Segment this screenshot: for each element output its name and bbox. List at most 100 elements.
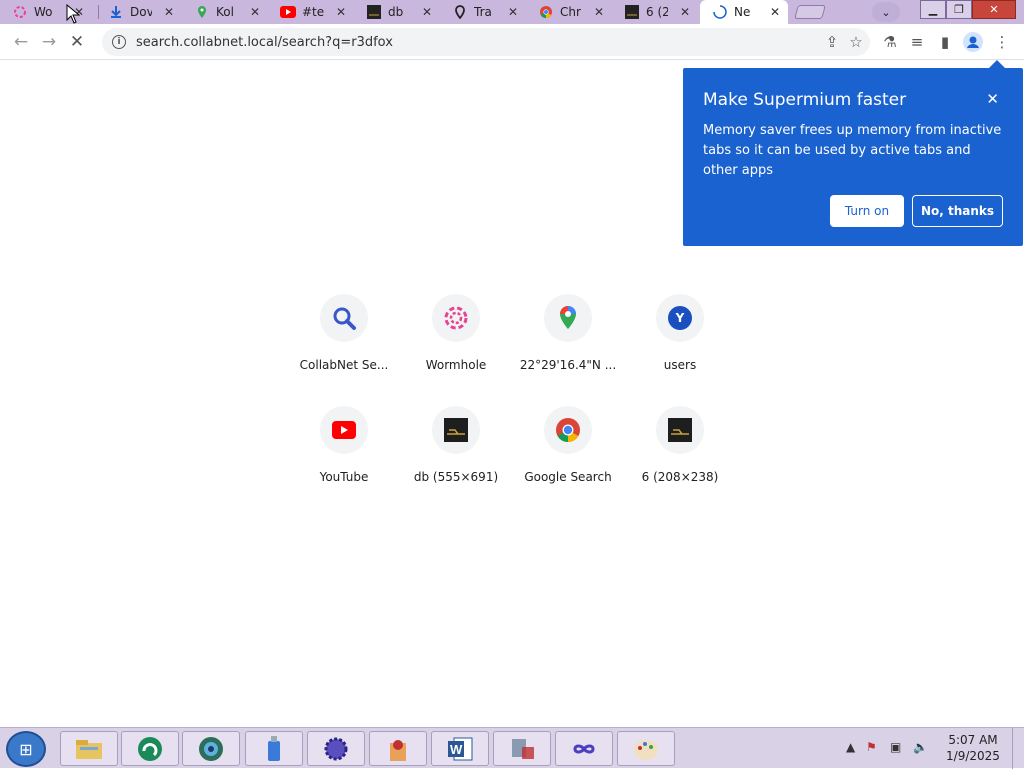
app-spider-icon[interactable] bbox=[369, 731, 427, 766]
tab-title: Wo bbox=[34, 5, 53, 19]
tab-title: Kol bbox=[216, 5, 234, 19]
usb-drive-icon[interactable] bbox=[245, 731, 303, 766]
location-pin-icon bbox=[452, 4, 468, 20]
tab-title: Ne bbox=[734, 5, 751, 19]
tray-expand-icon[interactable]: ▲ bbox=[846, 740, 855, 754]
shortcut-tile[interactable]: CollabNet Se... bbox=[288, 294, 400, 394]
tab-9-active[interactable]: Ne ✕ bbox=[700, 0, 788, 24]
tab-close-icon[interactable]: ✕ bbox=[164, 5, 174, 19]
shortcut-tile[interactable]: Wormhole bbox=[400, 294, 512, 394]
window-controls: ▁ ❐ ✕ bbox=[920, 0, 1016, 19]
memory-saver-popup: Make Supermium faster ✕ Memory saver fre… bbox=[683, 60, 1023, 246]
show-desktop-button[interactable] bbox=[1012, 728, 1024, 769]
tab-title: Chr bbox=[560, 5, 581, 19]
tab-title: db bbox=[388, 5, 404, 19]
site-info-icon[interactable]: i bbox=[112, 35, 126, 49]
letter-y-icon: Y bbox=[656, 294, 704, 342]
tab-6[interactable]: Tra ✕ bbox=[440, 0, 526, 24]
side-panel-icon[interactable]: ▮ bbox=[935, 32, 955, 52]
url-text[interactable]: search.collabnet.local/search?q=r3dfox bbox=[136, 35, 393, 50]
tab-close-icon[interactable]: ✕ bbox=[680, 5, 690, 19]
image-thumb-icon bbox=[624, 4, 640, 20]
app-green-swirl-icon[interactable] bbox=[121, 731, 179, 766]
explorer-icon[interactable] bbox=[60, 731, 118, 766]
shortcut-tile[interactable]: 22°29'16.4"N ... bbox=[512, 294, 624, 394]
shortcut-label: YouTube bbox=[319, 470, 369, 484]
maps-pin-icon bbox=[544, 294, 592, 342]
start-button-icon[interactable]: ⊞ bbox=[6, 731, 46, 767]
back-arrow-icon[interactable]: ← bbox=[10, 32, 32, 52]
app-infinity-icon[interactable] bbox=[555, 731, 613, 766]
browser-toolbar: ← → ✕ i search.collabnet.local/search?q=… bbox=[0, 24, 1024, 60]
popup-arrow bbox=[989, 60, 1005, 68]
shortcut-tile[interactable]: YouTube bbox=[288, 406, 400, 506]
shortcut-tile[interactable]: Google Search bbox=[512, 406, 624, 506]
tab-4[interactable]: #te ✕ bbox=[268, 0, 354, 24]
letter-y-badge: Y bbox=[668, 306, 692, 330]
youtube-icon bbox=[320, 406, 368, 454]
shortcut-label: Wormhole bbox=[425, 358, 487, 372]
youtube-icon bbox=[280, 4, 296, 20]
bookmark-star-icon[interactable]: ☆ bbox=[846, 32, 866, 52]
app-globe-icon[interactable] bbox=[182, 731, 240, 766]
shortcut-label: Google Search bbox=[524, 470, 612, 484]
action-center-flag-icon[interactable]: ⚑ bbox=[866, 740, 877, 754]
tab-close-icon[interactable]: ✕ bbox=[336, 5, 346, 19]
tab-title: Dov bbox=[130, 5, 152, 19]
chrome-icon bbox=[544, 406, 592, 454]
reading-list-icon[interactable]: ≡ bbox=[907, 32, 927, 52]
wormhole-icon bbox=[432, 294, 480, 342]
forward-arrow-icon[interactable]: → bbox=[38, 32, 60, 52]
tab-2[interactable]: Dov ✕ bbox=[96, 0, 182, 24]
popup-body: Memory saver frees up memory from inacti… bbox=[703, 123, 1002, 178]
share-icon[interactable]: ⇪ bbox=[822, 32, 842, 52]
paint-icon[interactable] bbox=[617, 731, 675, 766]
tab-5[interactable]: db ✕ bbox=[354, 0, 440, 24]
shortcut-label: 22°29'16.4"N ... bbox=[519, 358, 617, 372]
network-computer-icon[interactable] bbox=[493, 731, 551, 766]
word-icon[interactable]: W bbox=[431, 731, 489, 766]
labs-flask-icon[interactable]: ⚗ bbox=[880, 32, 900, 52]
app-purple-gear-icon[interactable] bbox=[307, 731, 365, 766]
stop-loading-icon[interactable]: ✕ bbox=[66, 32, 88, 52]
profile-avatar-icon[interactable] bbox=[963, 32, 983, 52]
image-thumb-icon bbox=[366, 4, 382, 20]
tab-search-chevron-icon[interactable]: ⌄ bbox=[872, 2, 900, 22]
volume-icon[interactable]: 🔈 bbox=[913, 740, 928, 754]
tab-close-icon[interactable]: ✕ bbox=[250, 5, 260, 19]
minimize-icon[interactable]: ▁ bbox=[920, 0, 946, 19]
turn-on-button[interactable]: Turn on bbox=[830, 195, 904, 227]
network-tray-icon[interactable]: ▣ bbox=[890, 740, 901, 754]
maximize-icon[interactable]: ❐ bbox=[946, 0, 972, 19]
image-thumb-icon bbox=[432, 406, 480, 454]
popup-close-icon[interactable]: ✕ bbox=[986, 90, 999, 108]
mouse-cursor-icon bbox=[66, 4, 80, 24]
shortcut-label: db (555×691) bbox=[413, 470, 499, 484]
shortcut-label: users bbox=[663, 358, 697, 372]
window-close-icon[interactable]: ✕ bbox=[972, 0, 1016, 19]
tab-close-icon[interactable]: ✕ bbox=[594, 5, 604, 19]
shortcut-tile[interactable]: 6 (208×238) bbox=[624, 406, 736, 506]
maps-pin-icon bbox=[194, 4, 210, 20]
tab-title: Tra bbox=[474, 5, 492, 19]
shortcut-tile[interactable]: db (555×691) bbox=[400, 406, 512, 506]
address-bar[interactable]: i search.collabnet.local/search?q=r3dfox bbox=[102, 28, 870, 56]
tab-3[interactable]: Kol ✕ bbox=[182, 0, 268, 24]
tab-close-icon[interactable]: ✕ bbox=[422, 5, 432, 19]
tab-8[interactable]: 6 (2 ✕ bbox=[612, 0, 698, 24]
chrome-icon bbox=[538, 4, 554, 20]
search-icon bbox=[320, 294, 368, 342]
no-thanks-button[interactable]: No, thanks bbox=[912, 195, 1003, 227]
windows-taskbar: ⊞ W ▲ ⚑ ▣ 🔈 5:07 AM 1/9/2025 bbox=[0, 727, 1024, 769]
shortcut-tile[interactable]: Y users bbox=[624, 294, 736, 394]
menu-kebab-icon[interactable]: ⋮ bbox=[992, 32, 1012, 52]
tab-close-icon[interactable]: ✕ bbox=[770, 5, 780, 19]
new-tab-button[interactable] bbox=[794, 5, 826, 19]
tab-close-icon[interactable]: ✕ bbox=[508, 5, 518, 19]
svg-text:W: W bbox=[450, 742, 463, 757]
system-clock[interactable]: 5:07 AM 1/9/2025 bbox=[940, 732, 1006, 764]
tab-7[interactable]: Chr ✕ bbox=[526, 0, 612, 24]
shortcut-label: CollabNet Se... bbox=[299, 358, 389, 372]
clock-date: 1/9/2025 bbox=[946, 749, 1000, 763]
wormhole-icon bbox=[12, 4, 28, 20]
